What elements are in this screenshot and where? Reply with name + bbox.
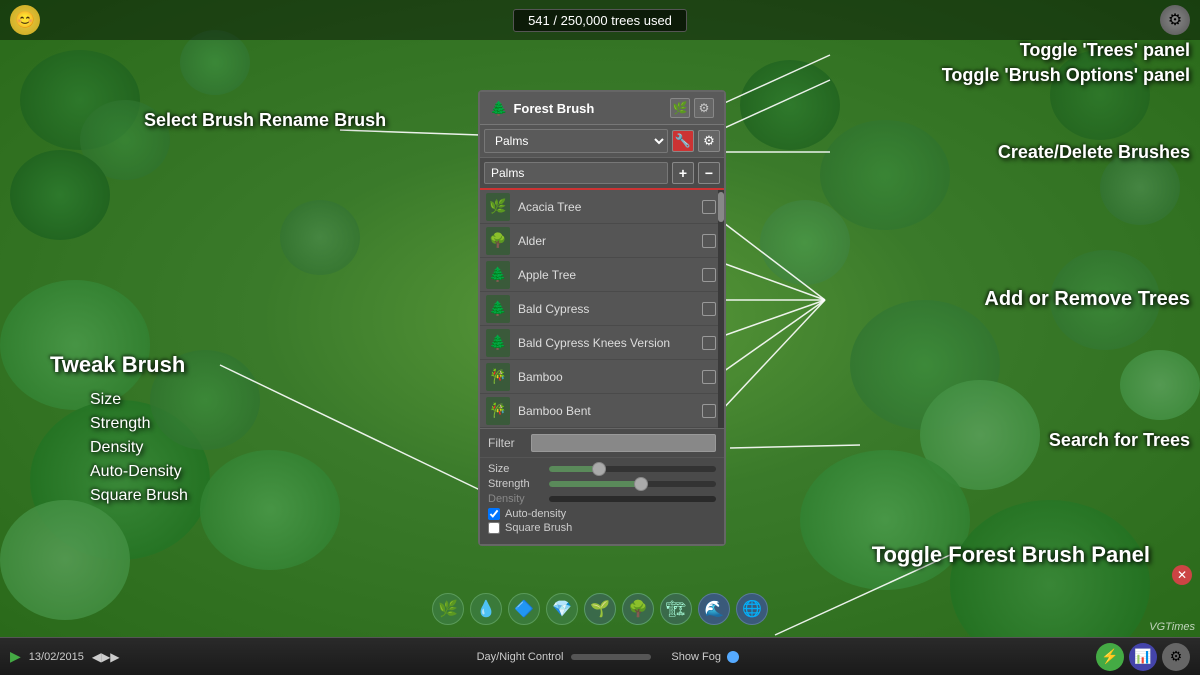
- rename-brush-row: + −: [480, 158, 724, 190]
- delete-brush-btn[interactable]: −: [698, 162, 720, 184]
- density-slider[interactable]: [549, 496, 716, 502]
- filter-input-visual: [531, 434, 716, 452]
- forest-brush-panel: 🌲 Forest Brush 🌿 ⚙ Palms Default Tropica…: [478, 90, 726, 546]
- tree-checkbox[interactable]: [702, 234, 716, 248]
- top-bar: 😊 541 / 250,000 trees used ⚙: [0, 0, 1200, 40]
- toolbar-btn-7[interactable]: 🏗: [660, 593, 692, 625]
- day-night-slider[interactable]: [571, 654, 651, 660]
- skip-buttons[interactable]: ◀▶▶: [92, 650, 120, 664]
- strength-slider[interactable]: [549, 481, 716, 487]
- forest-icon: 🌲: [490, 100, 507, 117]
- tree-checkbox[interactable]: [702, 336, 716, 350]
- taskbar-right: ⚡ 📊 ⚙: [1096, 643, 1190, 671]
- tree-name: Alder: [518, 234, 702, 248]
- tree-item[interactable]: 🌿 Acacia Tree: [480, 190, 724, 224]
- play-button[interactable]: ▶: [10, 648, 21, 665]
- square-brush-row: Square Brush: [488, 522, 716, 534]
- select-brush-row: Palms Default Tropical 🔧 ⚙: [480, 125, 724, 158]
- square-brush-checkbox[interactable]: [488, 522, 500, 534]
- tree-list-scrollbar[interactable]: [718, 190, 724, 428]
- brush-options-toggle-btn[interactable]: ⚙: [694, 98, 714, 118]
- show-fog-label: Show Fog: [671, 651, 721, 663]
- tree-item[interactable]: 🎋 Bamboo Bent: [480, 394, 724, 428]
- show-fog-control: Show Fog: [671, 651, 739, 663]
- tree-name: Apple Tree: [518, 268, 702, 282]
- corner-close-btn[interactable]: ✕: [1172, 565, 1192, 585]
- tree-name: Bamboo Bent: [518, 404, 702, 418]
- toolbar-btn-9[interactable]: 🌐: [736, 593, 768, 625]
- fog-icon: [727, 651, 739, 663]
- size-slider[interactable]: [549, 466, 716, 472]
- density-row: Density: [488, 493, 716, 505]
- toolbar-btn-2[interactable]: 💧: [470, 593, 502, 625]
- taskbar-icon-2[interactable]: 📊: [1129, 643, 1157, 671]
- settings-icon[interactable]: ⚙: [1160, 5, 1190, 35]
- brush-options: Size Strength Density Auto-density: [480, 457, 724, 544]
- strength-label: Strength: [488, 478, 543, 490]
- tree-thumbnail: 🌲: [486, 295, 510, 323]
- toolbar-btn-3[interactable]: 🔷: [508, 593, 540, 625]
- rename-brush-input[interactable]: [484, 162, 668, 184]
- tree-item[interactable]: 🌳 Alder: [480, 224, 724, 258]
- trees-panel-toggle-btn[interactable]: 🌿: [670, 98, 690, 118]
- tree-thumbnail: 🌳: [486, 227, 510, 255]
- density-label: Density: [488, 493, 543, 505]
- toolbar-btn-6[interactable]: 🌳: [622, 593, 654, 625]
- tree-thumbnail: 🎋: [486, 363, 510, 391]
- toolbar-btn-8[interactable]: 🌊: [698, 593, 730, 625]
- auto-density-checkbox[interactable]: [488, 508, 500, 520]
- taskbar-icon-3[interactable]: ⚙: [1162, 643, 1190, 671]
- vgtimes-watermark: VGTimes: [1149, 621, 1195, 633]
- tree-item[interactable]: 🌲 Bald Cypress Knees Version: [480, 326, 724, 360]
- panel-header: 🌲 Forest Brush 🌿 ⚙: [480, 92, 724, 125]
- settings-brush-btn[interactable]: ⚙: [698, 130, 720, 152]
- panel-title: Forest Brush: [513, 101, 594, 116]
- tree-item[interactable]: 🎋 Bamboo: [480, 360, 724, 394]
- tree-name: Bald Cypress: [518, 302, 702, 316]
- menu-icon[interactable]: 😊: [10, 5, 40, 35]
- center-toolbar: 🌿 💧 🔷 💎 🌱 🌳 🏗 🌊 🌐: [432, 593, 768, 625]
- tree-thumbnail: 🎋: [486, 397, 510, 425]
- auto-density-row: Auto-density: [488, 508, 716, 520]
- panel-header-icons: 🌿 ⚙: [670, 98, 714, 118]
- day-night-label: Day/Night Control: [477, 651, 564, 663]
- taskbar-center: Day/Night Control Show Fog: [477, 651, 739, 663]
- tree-item[interactable]: 🌲 Apple Tree: [480, 258, 724, 292]
- taskbar: ▶ 13/02/2015 ◀▶▶ Day/Night Control Show …: [0, 637, 1200, 675]
- taskbar-left: ▶ 13/02/2015 ◀▶▶: [10, 648, 120, 665]
- toolbar-btn-1[interactable]: 🌿: [432, 593, 464, 625]
- taskbar-icon-1[interactable]: ⚡: [1096, 643, 1124, 671]
- filter-label: Filter: [488, 436, 523, 450]
- scrollbar-thumb: [718, 192, 724, 222]
- tweak-brush-btn[interactable]: 🔧: [672, 130, 694, 152]
- filter-row: Filter: [480, 428, 724, 457]
- tree-thumbnail: 🌲: [486, 261, 510, 289]
- toolbar-btn-5[interactable]: 🌱: [584, 593, 616, 625]
- tree-checkbox[interactable]: [702, 404, 716, 418]
- auto-density-label[interactable]: Auto-density: [505, 508, 566, 520]
- size-row: Size: [488, 463, 716, 475]
- strength-row: Strength: [488, 478, 716, 490]
- tree-counter: 541 / 250,000 trees used: [513, 9, 687, 32]
- add-brush-btn[interactable]: +: [672, 162, 694, 184]
- tree-checkbox[interactable]: [702, 268, 716, 282]
- size-label: Size: [488, 463, 543, 475]
- toolbar-btn-4[interactable]: 💎: [546, 593, 578, 625]
- tree-checkbox[interactable]: [702, 302, 716, 316]
- tree-name: Bald Cypress Knees Version: [518, 336, 702, 350]
- tree-thumbnail: 🌿: [486, 193, 510, 221]
- tree-checkbox[interactable]: [702, 370, 716, 384]
- tree-checkbox[interactable]: [702, 200, 716, 214]
- tree-list: 🌿 Acacia Tree 🌳 Alder 🌲 Apple Tree 🌲 Bal…: [480, 190, 724, 428]
- tree-thumbnail: 🌲: [486, 329, 510, 357]
- tree-name: Bamboo: [518, 370, 702, 384]
- tree-name: Acacia Tree: [518, 200, 702, 214]
- square-brush-label[interactable]: Square Brush: [505, 522, 572, 534]
- tree-item[interactable]: 🌲 Bald Cypress: [480, 292, 724, 326]
- date-label: 13/02/2015: [29, 651, 84, 663]
- brush-dropdown[interactable]: Palms Default Tropical: [484, 129, 668, 153]
- day-night-control: Day/Night Control: [477, 651, 652, 663]
